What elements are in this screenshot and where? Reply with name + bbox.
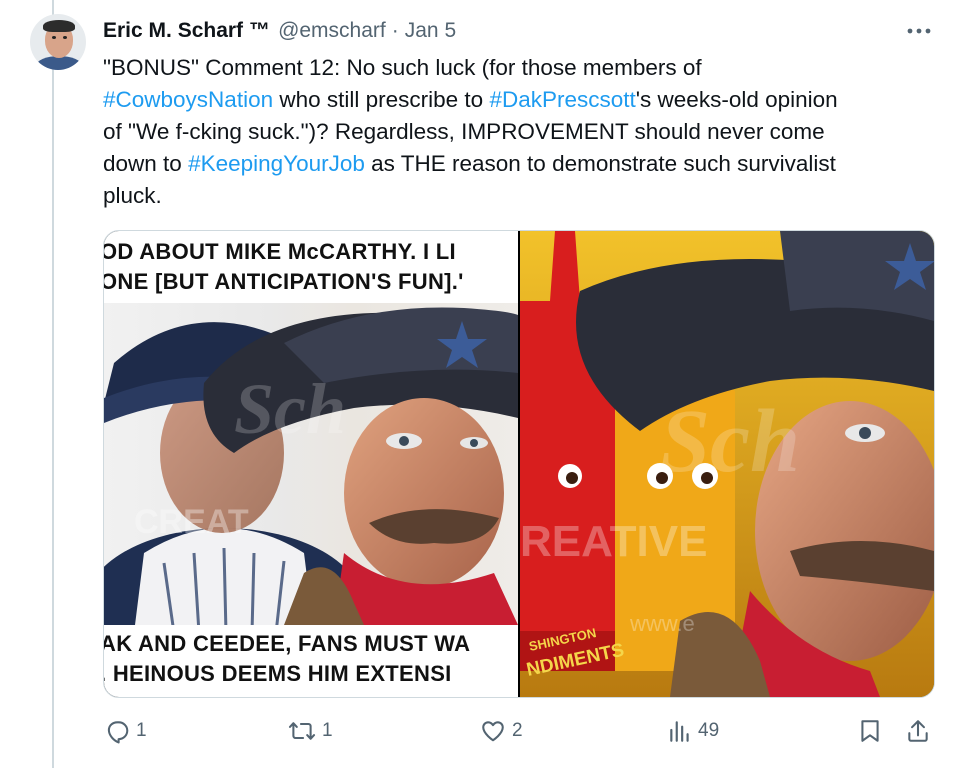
repost-icon: [288, 722, 316, 740]
more-options-button[interactable]: [902, 18, 936, 44]
like-button[interactable]: 2: [480, 713, 523, 749]
reply-count: 1: [136, 720, 147, 741]
views-button[interactable]: 49: [668, 713, 719, 749]
views-count: 49: [698, 720, 720, 741]
reply-icon: [107, 721, 129, 744]
hashtag-link[interactable]: #KeepingYourJob: [188, 151, 365, 176]
post-text-segment: 's weeks-old opinion: [635, 87, 838, 112]
watermark-text: Sch: [660, 392, 800, 491]
post-date[interactable]: Jan 5: [405, 19, 456, 43]
author-handle[interactable]: @emscharf: [278, 19, 386, 43]
hashtag-link[interactable]: #DakPrescsott: [489, 87, 635, 112]
post-text-line: of "We f-cking suck.")? Regardless, IMPR…: [103, 116, 943, 148]
watermark-text: Sch: [234, 369, 346, 449]
image-caption-top-1: OD ABOUT MIKE McCARTHY. I LI: [104, 239, 456, 264]
photo-coach-and-cowboy: CREAT Sch: [104, 303, 518, 625]
author-name[interactable]: Eric M. Scharf: [103, 19, 243, 43]
media-grid: OD ABOUT MIKE McCARTHY. I LI ONE [BUT AN…: [103, 230, 935, 698]
photo-illustration: CREAT Sch: [104, 307, 518, 625]
watermark-text: CREAT: [134, 503, 249, 541]
watermark-text: REATIVE: [520, 517, 707, 566]
separator: ·: [391, 19, 399, 42]
bookmark-button[interactable]: [858, 713, 882, 749]
avatar-hair: [43, 20, 75, 32]
image-caption-top-2: ONE [BUT ANTICIPATION'S FUN].': [104, 269, 464, 294]
media-image-2[interactable]: SHINGTON NDIMENTS Sch REATIVE www.e: [520, 231, 934, 697]
trademark-symbol: ™: [249, 19, 271, 42]
avatar-shirt: [36, 56, 82, 70]
post-text-segment: as THE reason to demonstrate such surviv…: [364, 151, 836, 176]
avatar-eye: [63, 36, 67, 39]
post-text-segment: "BONUS" Comment 12: No such luck (for th…: [103, 55, 702, 80]
more-horizontal-icon: [907, 28, 931, 34]
photo-condiments-and-cowboy: SHINGTON NDIMENTS Sch REATIVE www.e: [520, 231, 934, 697]
post-text-line: #CowboysNation who still prescribe to #D…: [103, 84, 943, 116]
post-text-line: "BONUS" Comment 12: No such luck (for th…: [103, 52, 943, 84]
post-text-line: down to #KeepingYourJob as THE reason to…: [103, 148, 943, 180]
image-caption-bottom-1: AK AND CEEDEE, FANS MUST WA: [104, 631, 471, 656]
post-text-segment: who still prescribe to: [273, 87, 490, 112]
post-text-line: pluck.: [103, 180, 943, 212]
thread-line: [52, 0, 54, 768]
post-header: Eric M. Scharf ™ @emscharf · Jan 5: [103, 18, 456, 44]
reply-button[interactable]: 1: [104, 713, 147, 749]
share-icon: [908, 720, 928, 742]
heart-icon: [482, 721, 504, 742]
avatar-eye: [52, 36, 56, 39]
post-text-segment: pluck.: [103, 183, 162, 208]
post-text-segment: down to: [103, 151, 189, 176]
bookmark-icon: [861, 720, 879, 742]
post-text-segment: of "We f-cking suck.")? Regardless, IMPR…: [103, 119, 825, 144]
share-button[interactable]: [905, 713, 931, 749]
avatar[interactable]: [30, 14, 86, 70]
repost-button[interactable]: 1: [288, 713, 333, 749]
image-caption-bottom-2: . HEINOUS DEEMS HIM EXTENSI: [104, 661, 452, 686]
media-image-1[interactable]: OD ABOUT MIKE McCARTHY. I LI ONE [BUT AN…: [104, 231, 518, 697]
repost-count: 1: [322, 720, 333, 741]
post-text: "BONUS" Comment 12: No such luck (for th…: [103, 52, 943, 212]
watermark-text: www.e: [629, 611, 695, 636]
views-bar-chart-icon: [670, 721, 689, 742]
like-count: 2: [512, 720, 523, 741]
hashtag-link[interactable]: #CowboysNation: [103, 87, 273, 112]
